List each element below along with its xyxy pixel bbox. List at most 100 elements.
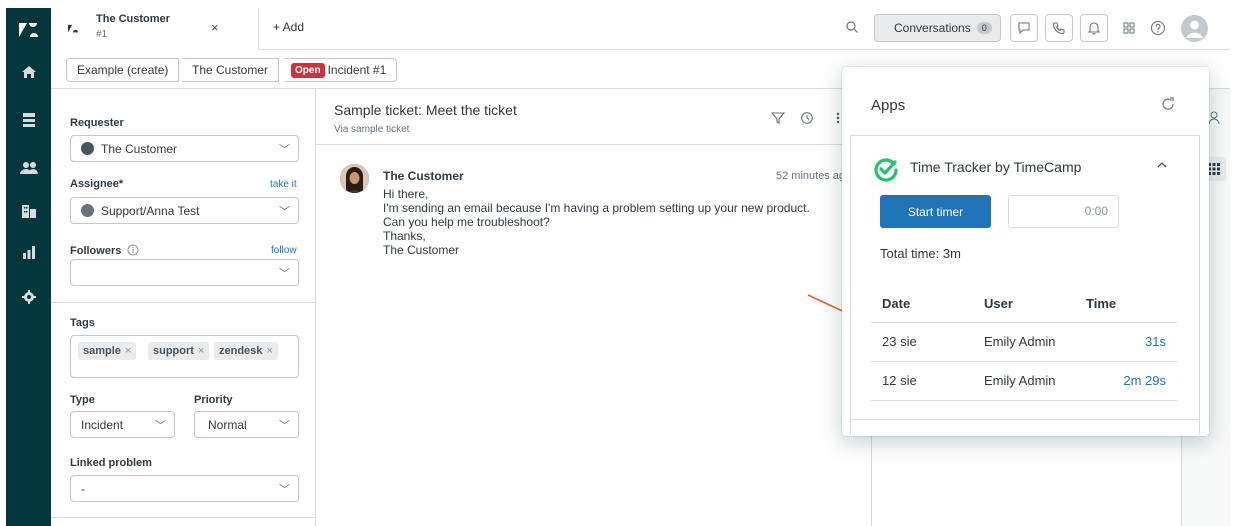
- breadcrumb-ticket-label: Incident #1: [327, 63, 387, 77]
- user-profile-icon[interactable]: [1208, 111, 1220, 125]
- timer-input[interactable]: 0:00: [1008, 195, 1119, 228]
- chevron-down-icon: ﹀: [279, 144, 290, 156]
- left-nav: [6, 8, 51, 526]
- chevron-down-icon: ﹀: [279, 420, 290, 432]
- linked-problem-label: Linked problem: [70, 457, 152, 469]
- entry-user: Emily Admin: [973, 361, 1075, 401]
- user-avatar-icon: [1186, 20, 1203, 38]
- close-tab-icon[interactable]: ×: [211, 20, 219, 35]
- tag-label: support: [153, 345, 194, 357]
- chat-button[interactable]: [1010, 14, 1038, 42]
- entry-date: 23 sie: [871, 322, 973, 362]
- app-name: Time Tracker by TimeCamp: [910, 159, 1082, 175]
- search-icon[interactable]: [845, 20, 859, 34]
- assignee-select[interactable]: Support/Anna Test ﹀: [70, 197, 299, 224]
- tag-chip[interactable]: support ×: [148, 342, 210, 360]
- notifications-button[interactable]: [1080, 14, 1108, 42]
- views-icon[interactable]: [18, 109, 40, 131]
- message-line: I'm sending an email because I'm having …: [383, 201, 810, 215]
- message-line: Can you help me troubleshoot?: [383, 215, 550, 229]
- requester-label: Requester: [70, 117, 124, 129]
- home-icon[interactable]: [18, 61, 40, 83]
- ticket-header: Sample ticket: Meet the ticket Via sampl…: [316, 89, 871, 145]
- tag-chip[interactable]: sample ×: [78, 342, 137, 360]
- apps-popup-divider: [850, 419, 1200, 420]
- apps-title: Apps: [871, 97, 906, 114]
- breadcrumb-requester-label: The Customer: [192, 63, 269, 77]
- entry-time-link[interactable]: 2m 29s: [1075, 361, 1177, 401]
- properties-divider: [51, 302, 316, 303]
- phone-button[interactable]: [1045, 14, 1073, 42]
- table-row: 12 sie Emily Admin 2m 29s: [871, 361, 1177, 401]
- followers-select[interactable]: ﹀: [70, 259, 299, 286]
- apps-grid-icon: [1208, 163, 1220, 175]
- type-select[interactable]: Incident ﹀: [70, 411, 175, 438]
- tag-remove-icon[interactable]: ×: [125, 345, 131, 357]
- info-icon[interactable]: [127, 244, 139, 256]
- breadcrumb-requester[interactable]: The Customer: [182, 58, 280, 82]
- refresh-icon[interactable]: [1160, 96, 1176, 112]
- message-line: Hi there,: [383, 187, 429, 201]
- linked-problem-value: -: [81, 481, 85, 496]
- help-button[interactable]: [1144, 14, 1172, 42]
- add-tab-button[interactable]: + Add: [273, 20, 304, 34]
- conversations-button[interactable]: Conversations 0: [874, 14, 1001, 42]
- ticket-tab-subtitle: #1: [96, 29, 108, 40]
- take-it-link[interactable]: take it: [270, 179, 297, 190]
- products-button[interactable]: [1115, 14, 1143, 42]
- total-time: Total time: 3m: [880, 246, 961, 261]
- user-avatar[interactable]: [1181, 15, 1208, 42]
- reporting-icon[interactable]: [18, 241, 40, 263]
- history-icon[interactable]: [800, 111, 814, 125]
- screenshot-frame: The Customer #1 × + Add Conversations 0: [0, 0, 1233, 526]
- follow-link[interactable]: follow: [271, 245, 297, 256]
- chevron-up-icon[interactable]: [1156, 161, 1168, 169]
- followers-label: Followers: [70, 244, 139, 257]
- priority-label: Priority: [194, 394, 233, 406]
- priority-select[interactable]: Normal ﹀: [194, 411, 299, 438]
- linked-problem-select[interactable]: - ﹀: [70, 475, 299, 502]
- requester-value: The Customer: [101, 141, 178, 156]
- bell-icon: [1087, 22, 1101, 35]
- tags-label: Tags: [70, 317, 95, 329]
- requester-avatar: [81, 142, 94, 155]
- organizations-icon[interactable]: [18, 200, 40, 222]
- chat-bubble-icon: [1018, 22, 1030, 35]
- grid-icon: [1123, 22, 1135, 34]
- column-header-time: Time: [1075, 286, 1177, 323]
- ticket-tab[interactable]: The Customer #1 ×: [51, 8, 259, 50]
- tag-remove-icon[interactable]: ×: [198, 345, 204, 357]
- breadcrumb-organization[interactable]: Example (create): [66, 58, 180, 82]
- start-timer-button[interactable]: Start timer: [880, 195, 991, 228]
- type-label: Type: [70, 394, 95, 406]
- followers-label-text: Followers: [70, 245, 122, 257]
- type-value: Incident: [81, 417, 124, 432]
- message-line: Thanks,: [383, 229, 426, 243]
- filter-icon[interactable]: [771, 111, 785, 125]
- customers-icon[interactable]: [18, 157, 40, 179]
- admin-gear-icon[interactable]: [18, 286, 40, 308]
- message-author[interactable]: The Customer: [383, 169, 464, 183]
- table-header-row: Date User Time: [871, 286, 1177, 323]
- entry-user: Emily Admin: [973, 322, 1075, 362]
- breadcrumb-ticket[interactable]: Open Incident #1: [285, 58, 398, 82]
- properties-divider: [51, 517, 316, 518]
- assignee-label: Assignee*: [70, 178, 124, 190]
- tag-chip[interactable]: zendesk ×: [214, 342, 278, 360]
- more-options-icon[interactable]: [836, 111, 840, 125]
- tags-input[interactable]: sample × support × zendesk ×: [70, 335, 299, 378]
- timecamp-app: Time Tracker by TimeCamp Start timer 0:0…: [850, 135, 1200, 435]
- chevron-down-icon: ﹀: [279, 206, 290, 218]
- requester-select[interactable]: The Customer ﹀: [70, 135, 299, 162]
- apps-popup: Apps Time Tracker by TimeCamp Start time…: [842, 67, 1209, 436]
- tag-label: zendesk: [219, 345, 263, 357]
- ticket-subject[interactable]: Sample ticket: Meet the ticket: [334, 102, 517, 118]
- tag-remove-icon[interactable]: ×: [266, 345, 272, 357]
- entry-time-link[interactable]: 31s: [1075, 322, 1177, 362]
- ticket-channel: Via sample ticket: [334, 124, 410, 135]
- column-header-date: Date: [871, 286, 973, 323]
- ticket-conversation: Sample ticket: Meet the ticket Via sampl…: [316, 89, 871, 526]
- customer-photo-icon: [340, 164, 369, 193]
- column-header-user: User: [973, 286, 1075, 323]
- zendesk-logo-icon[interactable]: [18, 20, 40, 42]
